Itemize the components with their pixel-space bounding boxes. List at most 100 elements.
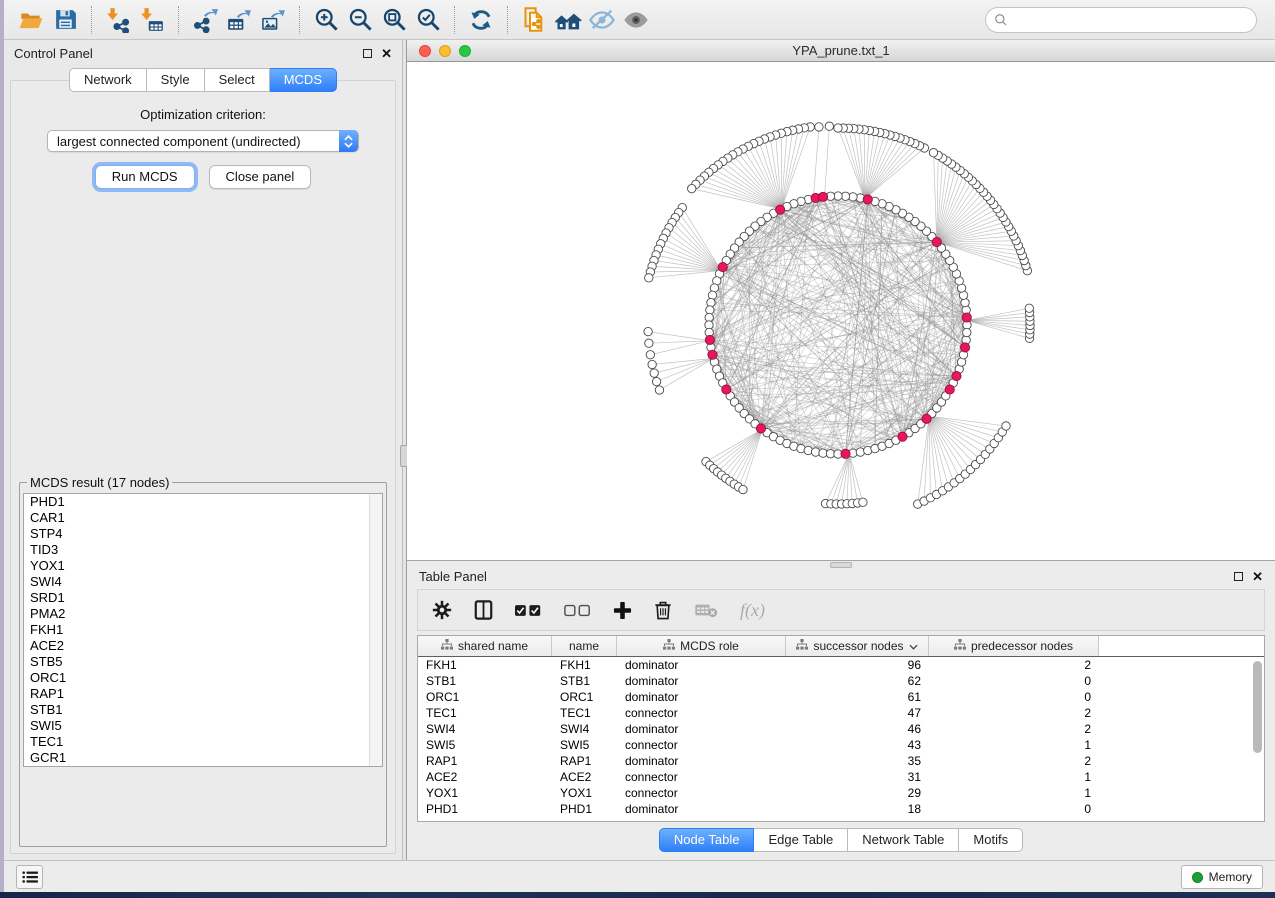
float-table-panel-icon[interactable] (1234, 572, 1243, 581)
graph-node[interactable] (646, 351, 654, 359)
save-session-icon[interactable] (48, 5, 82, 35)
graph-hub-node[interactable] (932, 237, 941, 246)
table-panel-grip[interactable] (830, 562, 852, 568)
column-header-successor-nodes[interactable]: successor nodes (786, 636, 929, 656)
table-scrollbar[interactable] (1252, 659, 1263, 819)
table-scrollbar-thumb[interactable] (1253, 661, 1262, 753)
mcds-result-item[interactable]: TEC1 (24, 734, 382, 750)
show-all-icon[interactable] (619, 5, 653, 35)
graph-hub-node[interactable] (722, 385, 731, 394)
zoom-out-icon[interactable] (343, 5, 377, 35)
mcds-result-item[interactable]: YOX1 (24, 558, 382, 574)
graph-node[interactable] (825, 122, 833, 130)
table-row[interactable]: ORC1ORC1dominator610 (418, 689, 1264, 705)
close-panel-button[interactable]: Close panel (209, 165, 312, 189)
optimization-criterion-select[interactable]: largest connected component (undirected) (47, 130, 359, 152)
table-row[interactable]: SWI5SWI5connector431 (418, 737, 1264, 753)
column-header-name[interactable]: name (552, 636, 617, 656)
column-header-predecessor-nodes[interactable]: predecessor nodes (929, 636, 1099, 656)
zoom-in-icon[interactable] (309, 5, 343, 35)
mcds-result-item[interactable]: PHD1 (24, 494, 382, 510)
graph-node[interactable] (1002, 422, 1010, 430)
mcds-result-item[interactable]: ACE2 (24, 638, 382, 654)
column-header-shared-name[interactable]: shared name (418, 636, 552, 656)
export-table-icon[interactable] (222, 5, 256, 35)
tab-mcds[interactable]: MCDS (270, 68, 337, 92)
close-table-panel-icon[interactable]: ✕ (1252, 572, 1263, 581)
table-row[interactable]: YOX1YOX1connector291 (418, 785, 1264, 801)
graph-node[interactable] (834, 124, 842, 132)
run-mcds-button[interactable]: Run MCDS (95, 165, 195, 189)
table-row[interactable]: FKH1FKH1dominator962 (418, 657, 1264, 673)
search-input[interactable] (985, 7, 1257, 33)
mcds-result-item[interactable]: RAP1 (24, 686, 382, 702)
tab-edge-table[interactable]: Edge Table (754, 828, 848, 852)
graph-hub-node[interactable] (863, 195, 872, 204)
graph-node[interactable] (645, 274, 653, 282)
minimize-window-icon[interactable] (439, 45, 451, 57)
tab-network-table[interactable]: Network Table (848, 828, 959, 852)
graph-hub-node[interactable] (898, 432, 907, 441)
close-panel-icon[interactable]: ✕ (381, 49, 392, 58)
tab-node-table[interactable]: Node Table (659, 828, 755, 852)
graph-node[interactable] (815, 123, 823, 131)
import-network-icon[interactable] (101, 5, 135, 35)
mcds-result-item[interactable]: STB1 (24, 702, 382, 718)
graph-hub-node[interactable] (705, 335, 714, 344)
mcds-result-item[interactable]: ORC1 (24, 670, 382, 686)
network-graph[interactable] (407, 62, 1275, 560)
table-row[interactable]: ACE2ACE2connector311 (418, 769, 1264, 785)
select-all-icon[interactable] (515, 604, 542, 617)
add-row-icon[interactable] (613, 601, 632, 620)
delete-row-icon[interactable] (654, 600, 672, 620)
mcds-result-item[interactable]: STP4 (24, 526, 382, 542)
mcds-result-item[interactable]: CAR1 (24, 510, 382, 526)
graph-node[interactable] (650, 369, 658, 377)
table-row[interactable]: SWI4SWI4dominator462 (418, 721, 1264, 737)
table-row[interactable]: RAP1RAP1dominator352 (418, 753, 1264, 769)
zoom-selected-icon[interactable] (411, 5, 445, 35)
gear-icon[interactable] (432, 600, 452, 620)
mcds-result-item[interactable]: SWI4 (24, 574, 382, 590)
graph-hub-node[interactable] (952, 371, 961, 380)
graph-node[interactable] (648, 360, 656, 368)
graph-hub-node[interactable] (962, 313, 971, 322)
graph-hub-node[interactable] (960, 343, 969, 352)
graph-node[interactable] (963, 328, 971, 336)
first-neighbors-icon[interactable] (551, 5, 585, 35)
tab-select[interactable]: Select (205, 68, 270, 92)
graph-node[interactable] (644, 327, 652, 335)
graph-node[interactable] (929, 148, 937, 156)
graph-node[interactable] (859, 498, 867, 506)
graph-node[interactable] (739, 485, 747, 493)
table-row[interactable]: TEC1TEC1connector472 (418, 705, 1264, 721)
split-columns-icon[interactable] (474, 600, 493, 620)
graph-hub-node[interactable] (945, 385, 954, 394)
export-image-icon[interactable] (256, 5, 290, 35)
mcds-result-item[interactable]: SWI5 (24, 718, 382, 734)
import-table-icon[interactable] (135, 5, 169, 35)
network-window-titlebar[interactable]: YPA_prune.txt_1 (407, 40, 1275, 62)
graph-hub-node[interactable] (776, 205, 785, 214)
graph-hub-node[interactable] (708, 350, 717, 359)
table-row[interactable]: STB1STB1dominator620 (418, 673, 1264, 689)
graph-hub-node[interactable] (922, 414, 931, 423)
mcds-list-scrollbar[interactable] (369, 494, 382, 766)
mcds-result-item[interactable]: TID3 (24, 542, 382, 558)
mcds-result-item[interactable]: FKH1 (24, 622, 382, 638)
graph-node[interactable] (655, 386, 663, 394)
mcds-result-item[interactable]: STB5 (24, 654, 382, 670)
memory-button[interactable]: Memory (1181, 865, 1263, 889)
close-window-icon[interactable] (419, 45, 431, 57)
refresh-view-icon[interactable] (464, 5, 498, 35)
graph-node[interactable] (652, 377, 660, 385)
graph-node[interactable] (1025, 304, 1033, 312)
zoom-fit-icon[interactable] (377, 5, 411, 35)
tab-network[interactable]: Network (69, 68, 147, 92)
open-file-icon[interactable] (14, 5, 48, 35)
tab-motifs[interactable]: Motifs (959, 828, 1023, 852)
graph-hub-node[interactable] (756, 424, 765, 433)
graph-hub-node[interactable] (818, 192, 827, 201)
mcds-result-item[interactable]: PMA2 (24, 606, 382, 622)
column-header-MCDS-role[interactable]: MCDS role (617, 636, 786, 656)
